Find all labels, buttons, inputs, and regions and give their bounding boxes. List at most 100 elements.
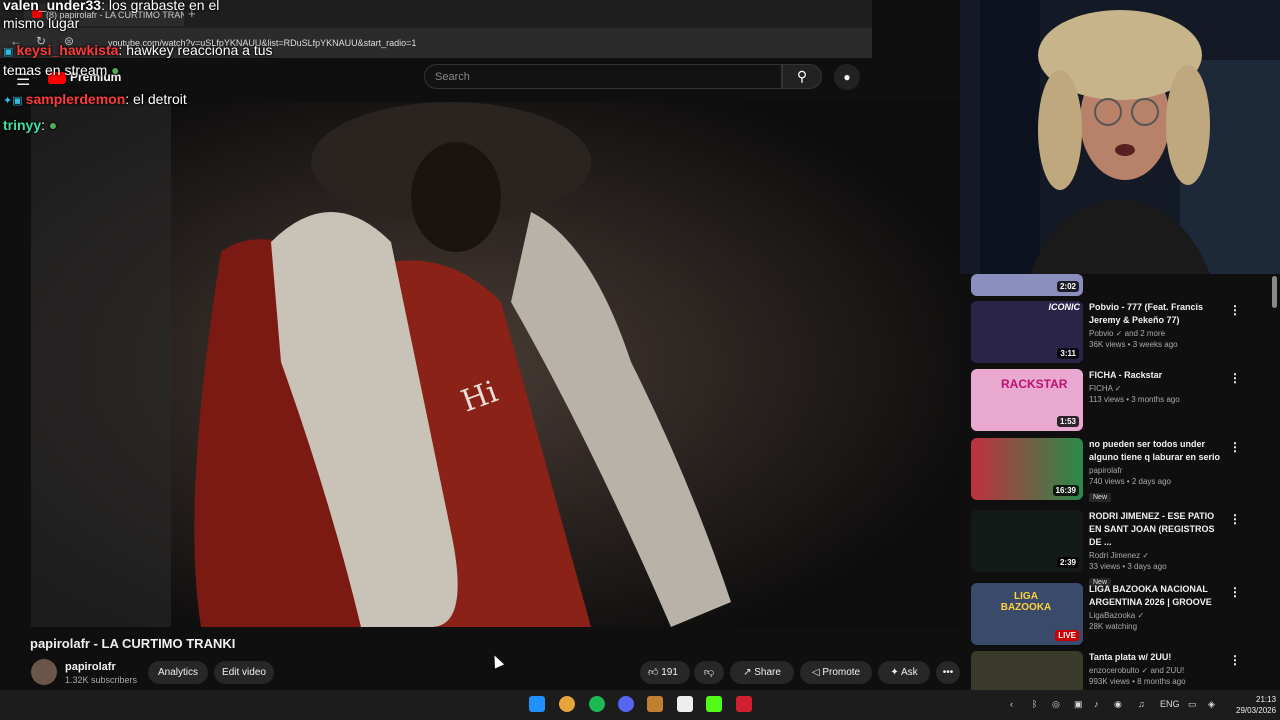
video-thumbnail[interactable] <box>971 651 1083 690</box>
video-player[interactable]: Hi <box>31 102 960 627</box>
analytics-button[interactable]: Analytics <box>148 661 208 684</box>
tray-chevron-icon[interactable]: ‹ <box>1010 699 1013 709</box>
related-meta: 740 views • 2 days ago <box>1089 477 1171 486</box>
video-info: Tanta plata w/ 2UU! enzocerobulto ✓ and … <box>1089 651 1229 686</box>
mouse-cursor-icon <box>489 653 505 669</box>
tray-app-icon[interactable]: ▣ <box>1074 699 1083 710</box>
display-icon[interactable]: ▭ <box>1188 699 1197 710</box>
related-video-title[interactable]: no pueden ser todos under alguno tiene q… <box>1089 438 1229 464</box>
brave-icon[interactable] <box>647 696 663 712</box>
network-icon[interactable]: ◈ <box>1208 699 1215 710</box>
video-thumbnail[interactable]: RACKSTAR 1:53 <box>971 369 1083 431</box>
video-info: no pueden ser todos under alguno tiene q… <box>1089 438 1229 504</box>
chrome-icon[interactable] <box>559 696 575 712</box>
tray-app-icon[interactable]: ◎ <box>1052 699 1060 710</box>
more-vert-icon[interactable]: ⋮ <box>1229 585 1241 599</box>
video-frame-image: Hi <box>31 102 960 627</box>
sparkle-icon: ✦ <box>890 667 901 678</box>
more-vert-icon[interactable]: ⋮ <box>1229 440 1241 454</box>
verified-icon: ✓ <box>1142 551 1150 560</box>
webcam-overlay <box>960 0 1280 274</box>
volume-icon[interactable]: ♪ <box>1094 699 1099 709</box>
more-icon: ••• <box>942 667 954 678</box>
chat-text: : <box>41 117 46 133</box>
related-video-title[interactable]: LIGA BAZOOKA NACIONAL ARGENTINA 2026 | G… <box>1089 583 1229 609</box>
subscriber-count: 1.32K subscribers <box>65 675 138 685</box>
security-icon[interactable]: ◉ <box>1114 699 1122 710</box>
kick-icon[interactable] <box>706 696 722 712</box>
channel-name[interactable]: papirolafr <box>65 661 116 673</box>
video-thumbnail[interactable]: 16:39 <box>971 438 1083 500</box>
channel-avatar[interactable] <box>31 659 57 685</box>
sidebar-scrollbar[interactable] <box>1272 276 1277 308</box>
video-thumbnail[interactable]: 2:39 <box>971 510 1083 572</box>
spotify-icon[interactable] <box>589 696 605 712</box>
video-duration: 2:39 <box>1056 557 1079 568</box>
emote-icon: ● <box>111 62 120 78</box>
language-indicator[interactable]: ENG <box>1160 699 1180 709</box>
video-info: FICHA - Rackstar FICHA ✓ 113 views • 3 m… <box>1089 369 1229 404</box>
related-video-title[interactable]: Pobvio - 777 (Feat. Francis Jeremy & Pek… <box>1089 301 1229 327</box>
related-meta: 28K watching <box>1089 622 1138 631</box>
dislike-button[interactable]: 👎︎ <box>694 661 724 684</box>
video-info: RODRI JIMENEZ - ESE PATIO EN SANT JOAN (… <box>1089 510 1229 589</box>
verified-icon: ✓ <box>1114 384 1122 393</box>
like-button[interactable]: 👍︎ 191 <box>640 661 690 684</box>
megaphone-icon: ◁ <box>811 667 823 678</box>
related-channel: Rodri Jimenez ✓ <box>1089 551 1150 560</box>
verified-icon: ✓ <box>1141 666 1149 675</box>
chat-text: : el detroit <box>125 91 187 107</box>
share-button[interactable]: ↗ Share <box>730 661 794 684</box>
more-vert-icon[interactable]: ⋮ <box>1229 512 1241 526</box>
video-title: papirolafr - LA CURTIMO TRANKI <box>30 636 236 651</box>
more-vert-icon[interactable]: ⋮ <box>1229 371 1241 385</box>
related-video-title[interactable]: Tanta plata w/ 2UU! <box>1089 651 1229 664</box>
video-thumbnail[interactable]: ICONIC 3:11 <box>971 301 1083 363</box>
video-duration: 2:02 <box>1056 281 1079 292</box>
thumbnail-overlay-text: LIGA BAZOOKA <box>1000 591 1052 613</box>
system-clock[interactable]: 21:13 29/03/2026 <box>1236 694 1276 716</box>
verified-icon: ✓ <box>1115 329 1123 338</box>
webcam-image <box>960 0 1280 274</box>
more-vert-icon[interactable]: ⋮ <box>1229 303 1241 317</box>
windows-start-icon[interactable] <box>529 696 545 712</box>
related-channel: LigaBazooka ✓ <box>1089 611 1145 620</box>
video-duration: 3:11 <box>1057 348 1079 359</box>
file-icon[interactable] <box>677 696 693 712</box>
search-icon[interactable]: ⚲ <box>782 64 822 89</box>
windows-taskbar <box>0 690 1280 720</box>
video-info: LIGA BAZOOKA NACIONAL ARGENTINA 2026 | G… <box>1089 583 1229 631</box>
pepe-emote-icon: ● <box>48 117 58 133</box>
related-videos-sidebar: 2:02 ICONIC 3:11 Pobvio - 777 (Feat. Fra… <box>960 274 1280 690</box>
related-channel: Pobvio ✓ and 2 more <box>1089 329 1166 338</box>
discord-icon[interactable] <box>618 696 634 712</box>
microphone-icon[interactable]: ● <box>834 64 860 90</box>
edit-video-button[interactable]: Edit video <box>214 661 274 684</box>
bluetooth-icon[interactable]: ᛒ <box>1032 699 1037 709</box>
chat-message: valen_under33: los grabaste en el mismo … <box>3 0 263 32</box>
thumbs-down-icon: 👎︎ <box>703 667 715 678</box>
video-duration: 1:53 <box>1056 416 1079 427</box>
like-count: 191 <box>661 667 678 678</box>
related-video-title[interactable]: FICHA - Rackstar <box>1089 369 1229 382</box>
share-icon: ↗ <box>743 667 755 678</box>
video-thumbnail[interactable]: 2:02 <box>971 274 1083 296</box>
video-info: Pobvio - 777 (Feat. Francis Jeremy & Pek… <box>1089 301 1229 349</box>
chat-username: keysi_hawkista <box>16 42 119 58</box>
ask-button[interactable]: ✦ Ask <box>878 661 930 684</box>
related-meta: 36K views • 3 weeks ago <box>1089 340 1178 349</box>
microphone-tray-icon[interactable]: ♫ <box>1138 699 1145 709</box>
search-input[interactable]: Search <box>424 64 782 89</box>
thumbnail-overlay-text: ICONIC <box>1048 302 1081 312</box>
related-meta: 33 views • 3 days ago <box>1089 562 1167 571</box>
thumbs-up-icon: 👍︎ <box>648 667 659 678</box>
mod-badge-icon: ▣ <box>3 46 17 58</box>
sword-badge-icon: ✦▣ <box>3 95 26 107</box>
promote-button[interactable]: ◁ Promote <box>800 661 872 684</box>
more-actions-button[interactable]: ••• <box>936 661 960 684</box>
video-thumbnail[interactable]: LIGA BAZOOKA LIVE <box>971 583 1083 645</box>
more-vert-icon[interactable]: ⋮ <box>1229 653 1241 667</box>
related-video-title[interactable]: RODRI JIMENEZ - ESE PATIO EN SANT JOAN (… <box>1089 510 1229 549</box>
related-meta: 113 views • 3 months ago <box>1089 395 1180 404</box>
app-icon[interactable] <box>736 696 752 712</box>
